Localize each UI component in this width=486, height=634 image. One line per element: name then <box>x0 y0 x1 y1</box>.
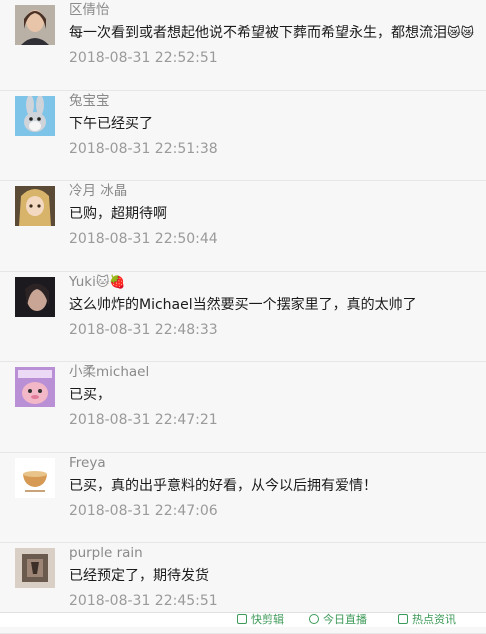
avatar[interactable] <box>15 457 55 498</box>
footer-link-live[interactable]: 今日直播 <box>309 614 367 626</box>
avatar[interactable] <box>15 95 55 136</box>
cat-strawberry-emoji: 🐱🍓 <box>95 274 126 290</box>
comment-author[interactable]: 兔宝宝 <box>69 91 110 111</box>
live-icon <box>309 614 319 624</box>
footer-link-news[interactable]: 热点资讯 <box>398 614 456 626</box>
comment-author[interactable]: 区倩怡 <box>69 0 110 20</box>
comment-time: 2018-08-31 22:48:33 <box>69 321 218 338</box>
avatar[interactable] <box>15 186 55 226</box>
comment-list: 区倩怡 每一次看到或者想起他说不希望被下葬而希望永生，都想流泪😿😿 2018-0… <box>0 0 486 634</box>
comment-item: 小柔michael 已买， 2018-08-31 22:47:21 <box>0 362 486 453</box>
comment-time: 2018-08-31 22:45:51 <box>69 593 218 609</box>
comment-item: 兔宝宝 下午已经买了 2018-08-31 22:51:38 <box>0 90 486 181</box>
bottom-toolbar: 快剪辑 今日直播 热点资讯 <box>0 612 486 627</box>
comment-text: 已经预定了，期待发货 <box>69 568 209 584</box>
avatar[interactable] <box>15 548 55 588</box>
comment-author[interactable]: Yuki🐱🍓 <box>69 272 126 293</box>
avatar[interactable] <box>15 5 55 45</box>
comment-text: 下午已经买了 <box>69 115 153 132</box>
comment-time: 2018-08-31 22:50:44 <box>69 231 218 247</box>
comment-author[interactable]: purple rain <box>69 543 143 563</box>
comment-item: 冷月 冰晶 已购，超期待啊 2018-08-31 22:50:44 <box>0 181 486 272</box>
comment-item: 区倩怡 每一次看到或者想起他说不希望被下葬而希望永生，都想流泪😿😿 2018-0… <box>0 0 486 91</box>
comment-time: 2018-08-31 22:51:38 <box>69 140 218 157</box>
comment-author[interactable]: 冷月 冰晶 <box>69 181 127 201</box>
comment-time: 2018-08-31 22:47:06 <box>69 502 218 519</box>
scissors-icon <box>237 614 247 624</box>
news-icon <box>398 614 408 624</box>
avatar[interactable] <box>15 367 55 407</box>
avatar[interactable] <box>15 276 55 317</box>
comment-item: Yuki🐱🍓 这么帅炸的Michael当然要买一个摆家里了，真的太帅了 2018… <box>0 271 486 362</box>
comment-author[interactable]: 小柔michael <box>69 362 149 382</box>
comment-time: 2018-08-31 22:47:21 <box>69 412 218 428</box>
comment-author[interactable]: Freya <box>69 453 106 473</box>
comment-text: 已买，真的出乎意料的好看，从今以后拥有爱情！ <box>69 477 377 494</box>
comment-time: 2018-08-31 22:52:51 <box>69 50 218 66</box>
crying-cat-emoji: 😿😿 <box>447 26 475 41</box>
comment-item: Freya 已买，真的出乎意料的好看，从今以后拥有爱情！ 2018-08-31 … <box>0 452 486 543</box>
comment-text: 每一次看到或者想起他说不希望被下葬而希望永生，都想流泪😿😿 <box>69 25 475 41</box>
comment-text: 已购，超期待啊 <box>69 206 167 222</box>
comment-text: 这么帅炸的Michael当然要买一个摆家里了，真的太帅了 <box>69 296 417 313</box>
footer-link-kuaijianji[interactable]: 快剪辑 <box>237 614 284 626</box>
comment-text: 已买， <box>69 387 111 403</box>
